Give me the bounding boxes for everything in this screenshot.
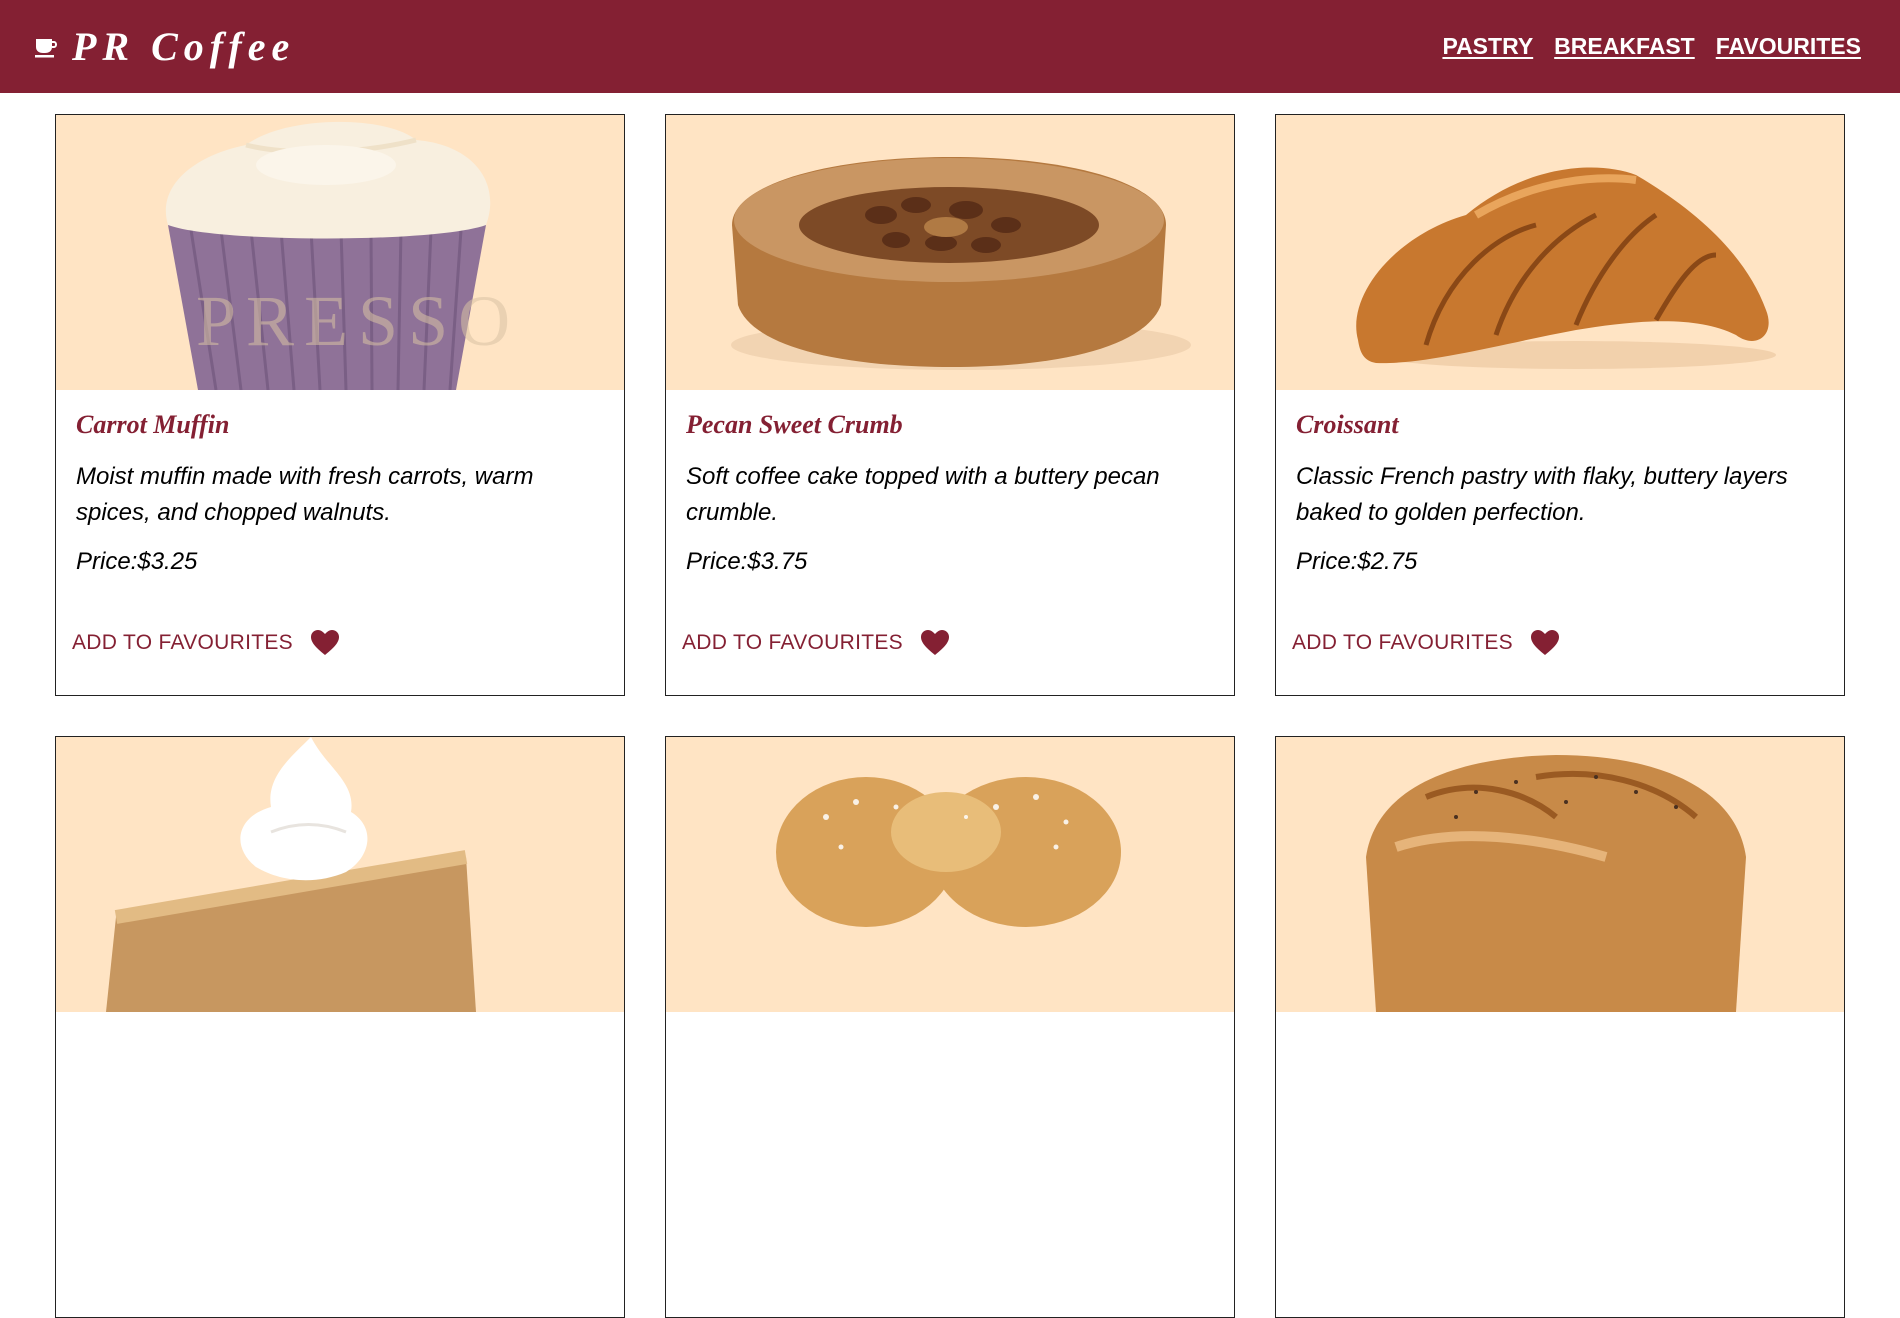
product-description: Soft coffee cake topped with a buttery p… — [686, 463, 1160, 526]
product-description: Moist muffin made with fresh carrots, wa… — [76, 463, 534, 526]
product-price: Price:$3.75 — [686, 548, 808, 575]
product-image-pecan-sweet-crumb — [666, 115, 1234, 390]
product-card: PRESSO Carrot Muffin Moist muffin made w… — [55, 114, 625, 696]
product-title: Croissant — [1296, 410, 1399, 439]
product-description: Classic French pastry with flaky, butter… — [1296, 463, 1788, 526]
nav-link-favourites[interactable]: FAVOURITES — [1716, 33, 1861, 60]
product-image-danish — [666, 737, 1234, 1012]
coffee-cup-icon — [35, 38, 57, 57]
add-to-favourites-label: ADD TO FAVOURITES — [72, 631, 293, 654]
product-card — [1275, 736, 1845, 1318]
product-image-croissant — [1276, 115, 1844, 390]
heart-icon — [310, 630, 339, 655]
svg-text:PRESSO: PRESSO — [196, 281, 520, 361]
add-to-favourites-label: ADD TO FAVOURITES — [1292, 631, 1513, 654]
product-price: Price:$2.75 — [1296, 548, 1418, 575]
product-card — [665, 736, 1235, 1318]
heart-icon — [1530, 630, 1559, 655]
product-price: Price:$3.25 — [76, 548, 198, 575]
add-to-favourites-label: ADD TO FAVOURITES — [682, 631, 903, 654]
nav-link-breakfast[interactable]: BREAKFAST — [1554, 33, 1695, 60]
product-card: Pecan Sweet Crumb Soft coffee cake toppe… — [665, 114, 1235, 696]
nav-link-pastry[interactable]: PASTRY — [1442, 33, 1533, 60]
product-title: Carrot Muffin — [76, 410, 230, 439]
product-card: Croissant Classic French pastry with fla… — [1275, 114, 1845, 696]
add-to-favourites-button[interactable]: ADD TO FAVOURITES — [72, 630, 339, 656]
add-to-favourites-button[interactable]: ADD TO FAVOURITES — [1292, 630, 1559, 656]
product-image-cinnamon-bun — [1276, 737, 1844, 1012]
add-to-favourites-button[interactable]: ADD TO FAVOURITES — [682, 630, 949, 656]
navbar: PR Coffee PASTRY BREAKFAST FAVOURITES — [0, 0, 1900, 93]
brand[interactable]: PR Coffee — [34, 23, 295, 70]
product-title: Pecan Sweet Crumb — [686, 410, 903, 439]
heart-icon — [920, 630, 949, 655]
product-image-carrot-muffin: PRESSO — [56, 115, 624, 390]
product-image-pie — [56, 737, 624, 1012]
product-card — [55, 736, 625, 1318]
nav-links: PASTRY BREAKFAST FAVOURITES — [1442, 33, 1861, 60]
brand-title: PR Coffee — [72, 24, 296, 69]
